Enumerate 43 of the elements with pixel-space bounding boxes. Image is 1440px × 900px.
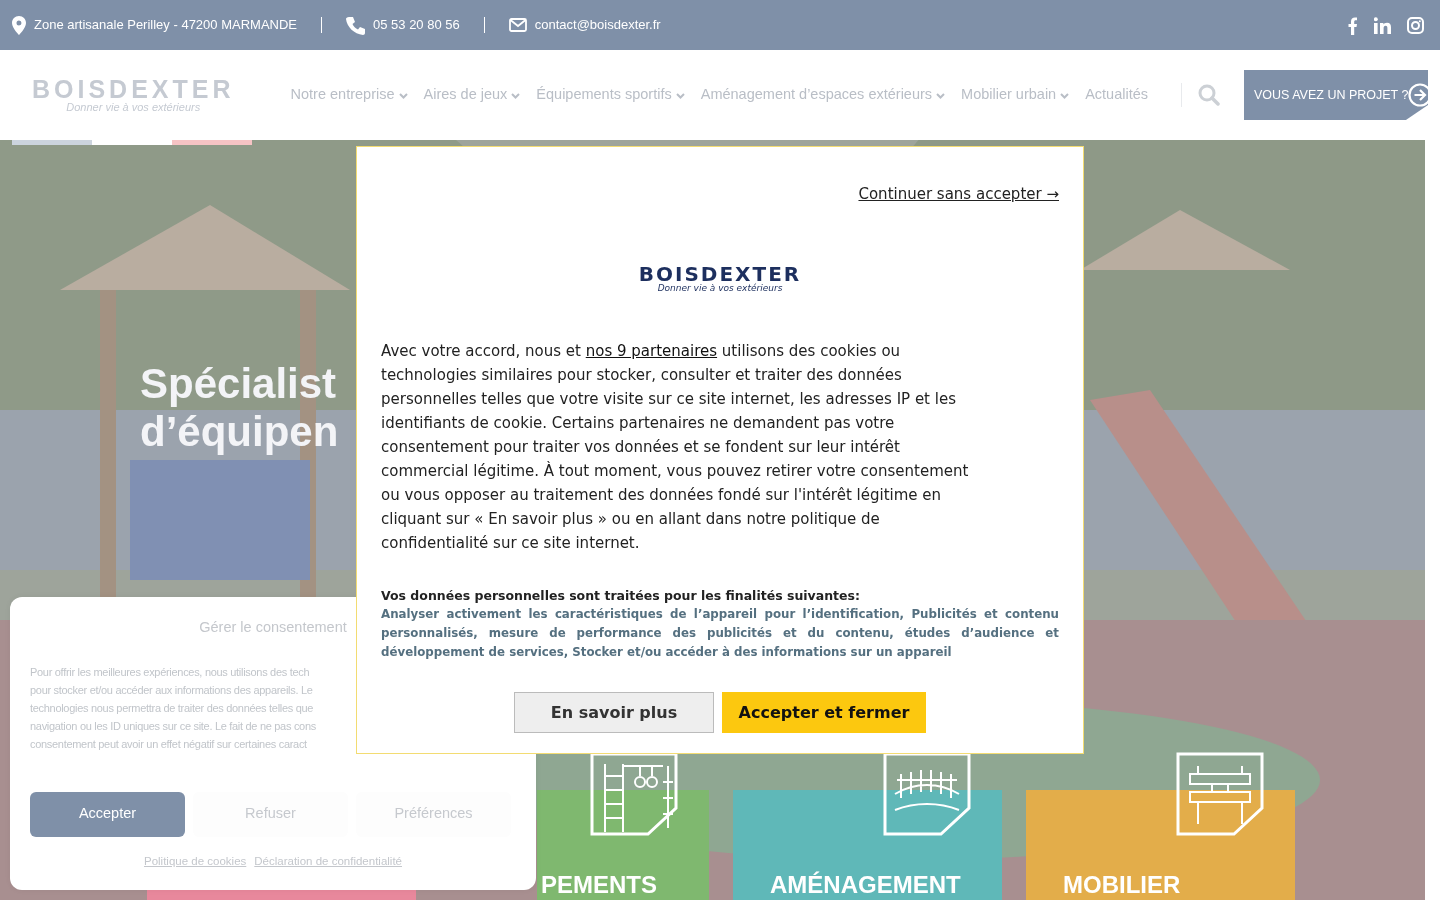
category-card[interactable]: AMÉNAGEMENT <box>733 790 1002 900</box>
address-text: Zone artisanale Perilley - 47200 MARMANDE <box>34 16 297 35</box>
dialog-button[interactable]: Accepter et fermer <box>722 692 926 734</box>
category-title: PEMENTS <box>541 870 657 900</box>
logo-tagline: Donner vie à vos extérieurs <box>657 283 783 293</box>
nav-link[interactable]: Équipements sportifs <box>536 84 685 106</box>
mail-icon <box>508 18 527 32</box>
consent-text-line: navigation ou les ID uniques sur ce site. Le fait de ne pas cons <box>30 718 316 734</box>
project-button[interactable]: VOUS AVEZ UN PROJET ? <box>1244 70 1428 120</box>
consent-text: Avec votre accord, nous et nos 9 partenaires utilisons des cookies ou technologies similaires pour stocker, consulter et traiter des données personnelles telles que votre visite sur ce site internet, les adresses IP et les identifiants de cookie. Certains partenaires ne demandent pas votre consentement pour traiter vos données et se fondent sur leur intérêt commercial légitime. À tout moment, vous pouvez retirer votre consentement ou vous opposer au traitement des données fondé sur l'intérêt légitime en cliquant sur « En savoir plus » ou en allant dans notre politique de confidentialité sur ce site internet. <box>381 340 970 554</box>
consent-button[interactable]: Accepter <box>30 791 185 837</box>
category-card[interactable]: MOBILIER <box>1026 790 1295 900</box>
category-card[interactable]: PEMENTS <box>537 790 709 900</box>
consent-text-line: pour stocker et/ou accéder aux informations des appareils. Le <box>30 682 313 698</box>
logo-wordmark[interactable]: BOISDEXTER <box>32 77 235 102</box>
policy-link[interactable]: Politique de cookies <box>144 852 247 870</box>
location-pin-icon <box>12 15 26 35</box>
consent-text-line: technologies nous permettra de traiter des données telles que <box>30 700 314 716</box>
phone-number: 05 53 20 80 56 <box>373 16 460 35</box>
consent-text-line: Pour offrir les meilleures expériences, nous utilisons des tech <box>30 664 310 680</box>
email-address: contact@boisdexter.fr <box>534 16 661 35</box>
partners-link[interactable]: nos 9 partenaires <box>585 341 718 360</box>
nav-link[interactable]: Notre entreprise <box>290 84 408 106</box>
category-title: AMÉNAGEMENT <box>770 870 961 900</box>
dialog-button[interactable]: En savoir plus <box>514 692 714 734</box>
nav-link[interactable]: Aires de jeux <box>423 84 521 106</box>
category-icon <box>1176 752 1264 836</box>
logo-tagline: Donner vie à vos extérieurs <box>66 102 201 113</box>
logo-wordmark: BOISDEXTER <box>638 263 802 284</box>
linkedin-icon[interactable] <box>1374 16 1391 34</box>
nav-link[interactable]: Mobilier urbain <box>961 84 1070 106</box>
phone-icon <box>346 15 365 35</box>
nav-link[interactable]: Actualités <box>1085 84 1149 106</box>
purposes-heading: Vos données personnelles sont traitées pour les finalités suivantes: <box>381 586 861 605</box>
category-title: MOBILIER <box>1063 870 1181 900</box>
instagram-icon[interactable] <box>1407 16 1424 34</box>
panel-title: Gérer le consentement <box>199 618 347 637</box>
purposes-text: Analyser activement les caractéristiques de l’appareil pour l’identification, Publicités et contenu personnalisés, mesure de performance des publicités et du contenu, études d’audience et développement de services, Stocker et/ou accéder à des informations sur un appareil <box>381 606 1059 662</box>
nav-link[interactable]: Aménagement d’espaces extérieurs <box>700 84 946 106</box>
hero-heading: Spécialist <box>140 360 338 408</box>
continue-link[interactable]: Continuer sans accepter → <box>858 183 1059 206</box>
hero-heading: d’équipen <box>140 408 339 456</box>
policy-link[interactable]: Déclaration de confidentialité <box>254 852 402 870</box>
